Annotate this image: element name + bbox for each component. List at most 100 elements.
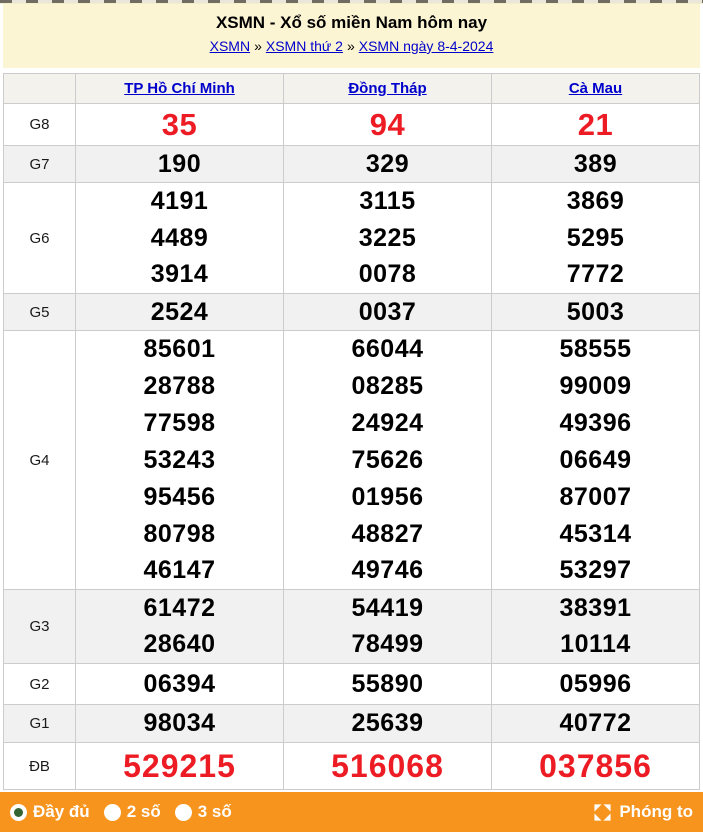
prize-cell: 4489 <box>76 220 284 257</box>
prize-row-db: ĐB 529215 516068 037856 <box>4 743 700 790</box>
prize-cell: 77598 <box>76 405 284 442</box>
prize-row-g5: G5 2524 0037 5003 <box>4 294 700 331</box>
prize-cell: 95456 <box>76 479 284 516</box>
prize-row-g8: G8 35 94 21 <box>4 104 700 146</box>
prize-row-g4: 46147 49746 53297 <box>4 553 700 590</box>
option-full[interactable]: Đầy đủ <box>10 802 90 822</box>
radio-icon[interactable] <box>175 804 192 821</box>
prize-cell: 87007 <box>492 479 700 516</box>
prize-cell: 0078 <box>284 257 492 294</box>
prize-label-g3: G3 <box>4 590 76 664</box>
breadcrumb-link-xsmn-date[interactable]: XSMN ngày 8-4-2024 <box>359 38 494 54</box>
prize-cell: 94 <box>284 104 492 146</box>
prize-cell: 28640 <box>76 627 284 664</box>
prize-row-g4: 80798 48827 45314 <box>4 516 700 553</box>
prize-cell: 01956 <box>284 479 492 516</box>
radio-icon[interactable] <box>104 804 121 821</box>
prize-cell: 58555 <box>492 331 700 368</box>
prize-cell: 38391 <box>492 590 700 627</box>
prize-cell: 49396 <box>492 405 700 442</box>
zoom-toggle[interactable]: Phóng to <box>593 802 693 822</box>
prize-cell: 037856 <box>492 743 700 790</box>
province-link-hcm[interactable]: TP Hồ Chí Minh <box>124 80 235 97</box>
prize-cell: 28788 <box>76 368 284 405</box>
prize-cell: 06394 <box>76 664 284 705</box>
prize-cell: 516068 <box>284 743 492 790</box>
prize-cell: 35 <box>76 104 284 146</box>
prize-cell: 98034 <box>76 705 284 743</box>
prize-row-g3: G3 61472 54419 38391 <box>4 590 700 627</box>
display-mode-options: Đầy đủ 2 số 3 số <box>10 802 232 822</box>
prize-cell: 5295 <box>492 220 700 257</box>
prize-row-g4: G4 85601 66044 58555 <box>4 331 700 368</box>
option-full-label: Đầy đủ <box>33 802 90 822</box>
prize-cell: 2524 <box>76 294 284 331</box>
prize-row-g6: 3914 0078 7772 <box>4 257 700 294</box>
prize-row-g3: 28640 78499 10114 <box>4 627 700 664</box>
prize-cell: 46147 <box>76 553 284 590</box>
prize-cell: 3115 <box>284 183 492 220</box>
column-header-ca-mau: Cà Mau <box>492 74 700 104</box>
prize-row-g2: G2 06394 55890 05996 <box>4 664 700 705</box>
prize-row-g4: 28788 08285 99009 <box>4 368 700 405</box>
breadcrumb-separator: » <box>347 38 355 54</box>
corner-cell <box>4 74 76 104</box>
breadcrumb-link-xsmn[interactable]: XSMN <box>210 38 250 54</box>
prize-label-g6: G6 <box>4 183 76 294</box>
prize-row-g6: G6 4191 3115 3869 <box>4 183 700 220</box>
zoom-label: Phóng to <box>619 802 693 822</box>
prize-row-g6: 4489 3225 5295 <box>4 220 700 257</box>
prize-cell: 53297 <box>492 553 700 590</box>
prize-cell: 7772 <box>492 257 700 294</box>
option-3-digits-label: 3 số <box>198 802 232 822</box>
prize-cell: 24924 <box>284 405 492 442</box>
prize-cell: 389 <box>492 146 700 183</box>
prize-cell: 48827 <box>284 516 492 553</box>
prize-cell: 3869 <box>492 183 700 220</box>
radio-selected-icon[interactable] <box>10 804 27 821</box>
prize-cell: 5003 <box>492 294 700 331</box>
prize-cell: 190 <box>76 146 284 183</box>
prize-cell: 85601 <box>76 331 284 368</box>
prize-cell: 66044 <box>284 331 492 368</box>
prize-cell: 4191 <box>76 183 284 220</box>
prize-label-g5: G5 <box>4 294 76 331</box>
prize-cell: 80798 <box>76 516 284 553</box>
breadcrumb-link-xsmn-thu2[interactable]: XSMN thứ 2 <box>266 38 343 54</box>
column-header-dong-thap: Đồng Tháp <box>284 74 492 104</box>
option-2-digits[interactable]: 2 số <box>104 802 161 822</box>
prize-cell: 529215 <box>76 743 284 790</box>
prize-cell: 08285 <box>284 368 492 405</box>
prize-cell: 06649 <box>492 442 700 479</box>
prize-cell: 75626 <box>284 442 492 479</box>
option-3-digits[interactable]: 3 số <box>175 802 232 822</box>
prize-row-g4: 77598 24924 49396 <box>4 405 700 442</box>
radio-dot <box>14 808 23 817</box>
prize-cell: 40772 <box>492 705 700 743</box>
prize-label-g7: G7 <box>4 146 76 183</box>
column-header-hcm: TP Hồ Chí Minh <box>76 74 284 104</box>
column-header-row: TP Hồ Chí Minh Đồng Tháp Cà Mau <box>4 74 700 104</box>
prize-cell: 3914 <box>76 257 284 294</box>
prize-label-g4: G4 <box>4 331 76 590</box>
prize-cell: 3225 <box>284 220 492 257</box>
province-link-dong-thap[interactable]: Đồng Tháp <box>348 80 426 97</box>
prize-cell: 99009 <box>492 368 700 405</box>
prize-cell: 05996 <box>492 664 700 705</box>
prize-row-g1: G1 98034 25639 40772 <box>4 705 700 743</box>
prize-label-db: ĐB <box>4 743 76 790</box>
prize-cell: 54419 <box>284 590 492 627</box>
prize-row-g4: 53243 75626 06649 <box>4 442 700 479</box>
page-title: XSMN - Xổ số miền Nam hôm nay <box>3 13 700 33</box>
prize-cell: 61472 <box>76 590 284 627</box>
prize-label-g2: G2 <box>4 664 76 705</box>
prize-cell: 25639 <box>284 705 492 743</box>
province-link-ca-mau[interactable]: Cà Mau <box>569 80 622 97</box>
prize-cell: 78499 <box>284 627 492 664</box>
breadcrumb: XSMN»XSMN thứ 2»XSMN ngày 8-4-2024 <box>3 38 700 54</box>
prize-row-g4: 95456 01956 87007 <box>4 479 700 516</box>
footer-bar: Đầy đủ 2 số 3 số Phóng to <box>0 792 703 832</box>
lottery-results-table: TP Hồ Chí Minh Đồng Tháp Cà Mau G8 35 94… <box>3 73 700 790</box>
prize-cell: 21 <box>492 104 700 146</box>
expand-icon <box>593 803 612 822</box>
